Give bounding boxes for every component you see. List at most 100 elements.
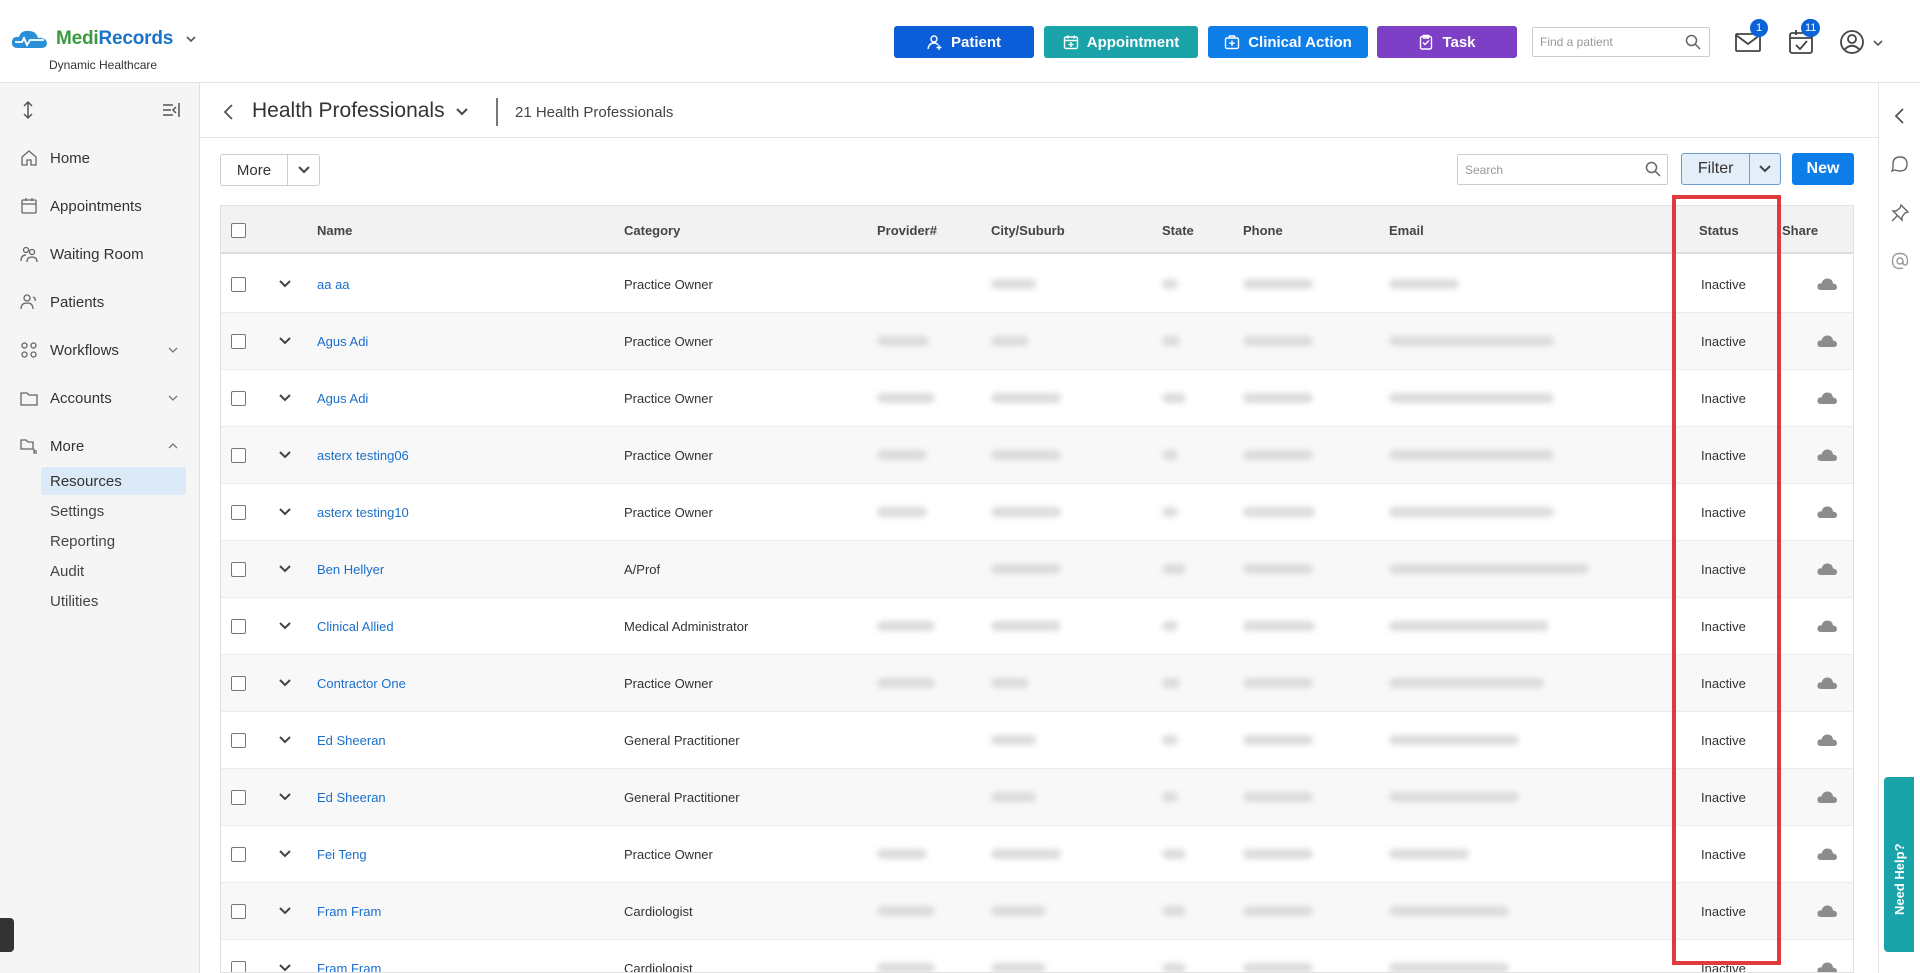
row-checkbox[interactable] [231,334,246,349]
collapse-sidebar-icon[interactable] [162,102,180,118]
row-name-link[interactable]: asterx testing10 [317,505,409,520]
at-mention-icon[interactable] [1891,252,1909,270]
table-row[interactable]: asterx testing10 Practice Owner Inactive [221,484,1853,541]
row-name-link[interactable]: Ben Hellyer [317,562,384,577]
sidebar-item-more[interactable]: More [20,434,185,458]
column-header-share[interactable]: Share [1782,223,1818,238]
row-checkbox[interactable] [231,391,246,406]
row-checkbox[interactable] [231,505,246,520]
column-header-status[interactable]: Status [1699,223,1739,238]
table-row[interactable]: Fei Teng Practice Owner Inactive [221,826,1853,883]
more-dropdown-toggle[interactable] [288,155,319,185]
filter-dropdown-toggle[interactable] [1750,154,1780,184]
sidebar-subitem-resources[interactable]: Resources [41,467,186,495]
search-icon[interactable] [1685,34,1701,50]
sidebar-item-appointments[interactable]: Appointments [20,194,185,218]
row-checkbox[interactable] [231,790,246,805]
table-row[interactable]: asterx testing06 Practice Owner Inactive [221,427,1853,484]
row-expand-chevron-icon[interactable] [279,393,291,403]
row-name-link[interactable]: Contractor One [317,676,406,691]
sidebar-subitem-reporting[interactable]: Reporting [41,527,186,555]
clinical-action-button[interactable]: Clinical Action [1208,26,1368,58]
share-cloud-icon[interactable] [1816,960,1838,973]
row-expand-chevron-icon[interactable] [279,906,291,916]
filter-button[interactable]: Filter [1682,154,1751,184]
table-row[interactable]: Ed Sheeran General Practitioner Inactive [221,712,1853,769]
table-row[interactable]: Ed Sheeran General Practitioner Inactive [221,769,1853,826]
row-name-link[interactable]: asterx testing06 [317,448,409,463]
share-cloud-icon[interactable] [1816,504,1838,520]
user-menu-chevron-icon[interactable] [1872,37,1884,49]
sidebar-subitem-settings[interactable]: Settings [41,497,186,525]
row-expand-chevron-icon[interactable] [279,507,291,517]
sidebar-item-waiting-room[interactable]: Waiting Room [20,242,185,266]
sidebar-subitem-audit[interactable]: Audit [41,557,186,585]
row-expand-chevron-icon[interactable] [279,792,291,802]
row-checkbox[interactable] [231,448,246,463]
table-row[interactable]: Fram Fram Cardiologist Inactive [221,940,1853,973]
new-patient-button[interactable]: Patient [894,26,1034,58]
row-name-link[interactable]: Agus Adi [317,391,368,406]
sidebar-item-accounts[interactable]: Accounts [20,386,185,410]
back-arrow-icon[interactable] [222,103,236,121]
sidebar-subitem-utilities[interactable]: Utilities [41,587,186,615]
page-title[interactable]: Health Professionals [252,99,445,123]
share-cloud-icon[interactable] [1816,276,1838,292]
share-cloud-icon[interactable] [1816,675,1838,691]
row-name-link[interactable]: Ed Sheeran [317,790,386,805]
table-row[interactable]: Ben Hellyer A/Prof Inactive [221,541,1853,598]
row-expand-chevron-icon[interactable] [279,849,291,859]
need-help-tab[interactable]: Need Help? [1884,777,1914,952]
row-name-link[interactable]: aa aa [317,277,350,292]
share-cloud-icon[interactable] [1816,333,1838,349]
table-row[interactable]: Fram Fram Cardiologist Inactive [221,883,1853,940]
column-header-provider[interactable]: Provider# [877,223,937,238]
row-name-link[interactable]: Fram Fram [317,961,381,972]
table-row[interactable]: Contractor One Practice Owner Inactive [221,655,1853,712]
row-checkbox[interactable] [231,277,246,292]
share-cloud-icon[interactable] [1816,732,1838,748]
row-expand-chevron-icon[interactable] [279,450,291,460]
column-header-state[interactable]: State [1162,223,1194,238]
share-cloud-icon[interactable] [1816,846,1838,862]
select-all-checkbox[interactable] [231,223,246,238]
brand-logo[interactable]: MediRecords [10,28,197,50]
row-checkbox[interactable] [231,847,246,862]
row-checkbox[interactable] [231,619,246,634]
chevron-up-icon[interactable] [167,440,179,452]
table-search-input[interactable] [1458,155,1633,184]
expand-vertical-icon[interactable] [21,100,35,120]
chevron-down-icon[interactable] [167,392,179,404]
column-header-email[interactable]: Email [1389,223,1424,238]
share-cloud-icon[interactable] [1816,561,1838,577]
row-name-link[interactable]: Fram Fram [317,904,381,919]
row-expand-chevron-icon[interactable] [279,621,291,631]
row-expand-chevron-icon[interactable] [279,279,291,289]
row-name-link[interactable]: Fei Teng [317,847,367,862]
find-patient-input[interactable] [1533,28,1673,56]
row-name-link[interactable]: Ed Sheeran [317,733,386,748]
column-header-name[interactable]: Name [317,223,352,238]
column-header-category[interactable]: Category [624,223,680,238]
floating-side-button[interactable] [0,918,14,952]
share-cloud-icon[interactable] [1816,447,1838,463]
user-avatar-icon[interactable] [1838,28,1866,56]
row-expand-chevron-icon[interactable] [279,963,291,973]
row-expand-chevron-icon[interactable] [279,678,291,688]
new-health-professional-button[interactable]: New [1792,153,1854,185]
sidebar-item-patients[interactable]: Patients [20,290,185,314]
sidebar-item-workflows[interactable]: Workflows [20,338,185,362]
search-icon[interactable] [1645,161,1661,177]
row-checkbox[interactable] [231,904,246,919]
row-expand-chevron-icon[interactable] [279,735,291,745]
row-expand-chevron-icon[interactable] [279,564,291,574]
share-cloud-icon[interactable] [1816,390,1838,406]
share-cloud-icon[interactable] [1816,903,1838,919]
row-checkbox[interactable] [231,562,246,577]
chevron-down-icon[interactable] [456,107,468,117]
share-cloud-icon[interactable] [1816,789,1838,805]
chevron-down-icon[interactable] [167,344,179,356]
sidebar-item-home[interactable]: Home [20,146,185,170]
share-cloud-icon[interactable] [1816,618,1838,634]
row-name-link[interactable]: Clinical Allied [317,619,394,634]
